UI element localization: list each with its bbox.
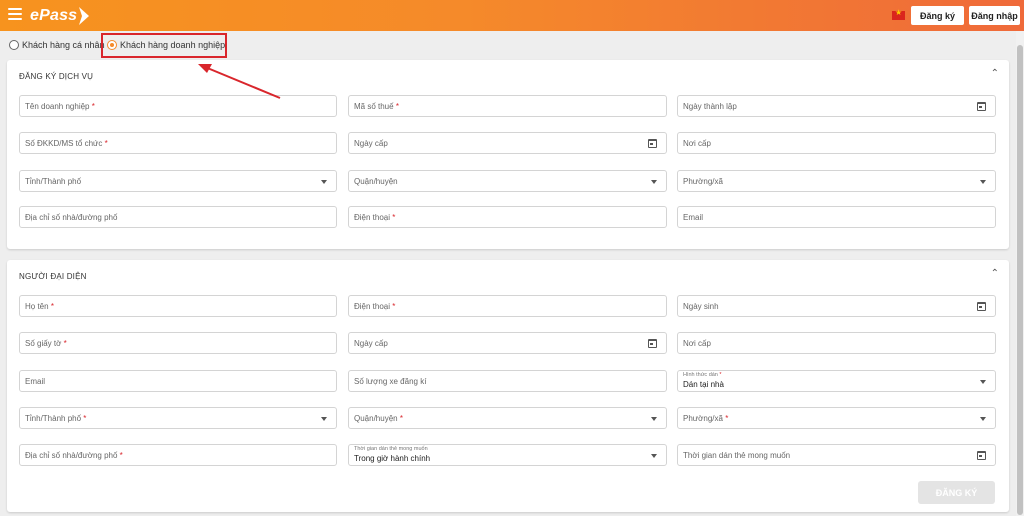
annotation-arrow-icon — [198, 64, 281, 99]
vertical-scrollbar[interactable] — [1016, 31, 1024, 516]
scrollbar-thumb[interactable] — [1017, 45, 1023, 515]
